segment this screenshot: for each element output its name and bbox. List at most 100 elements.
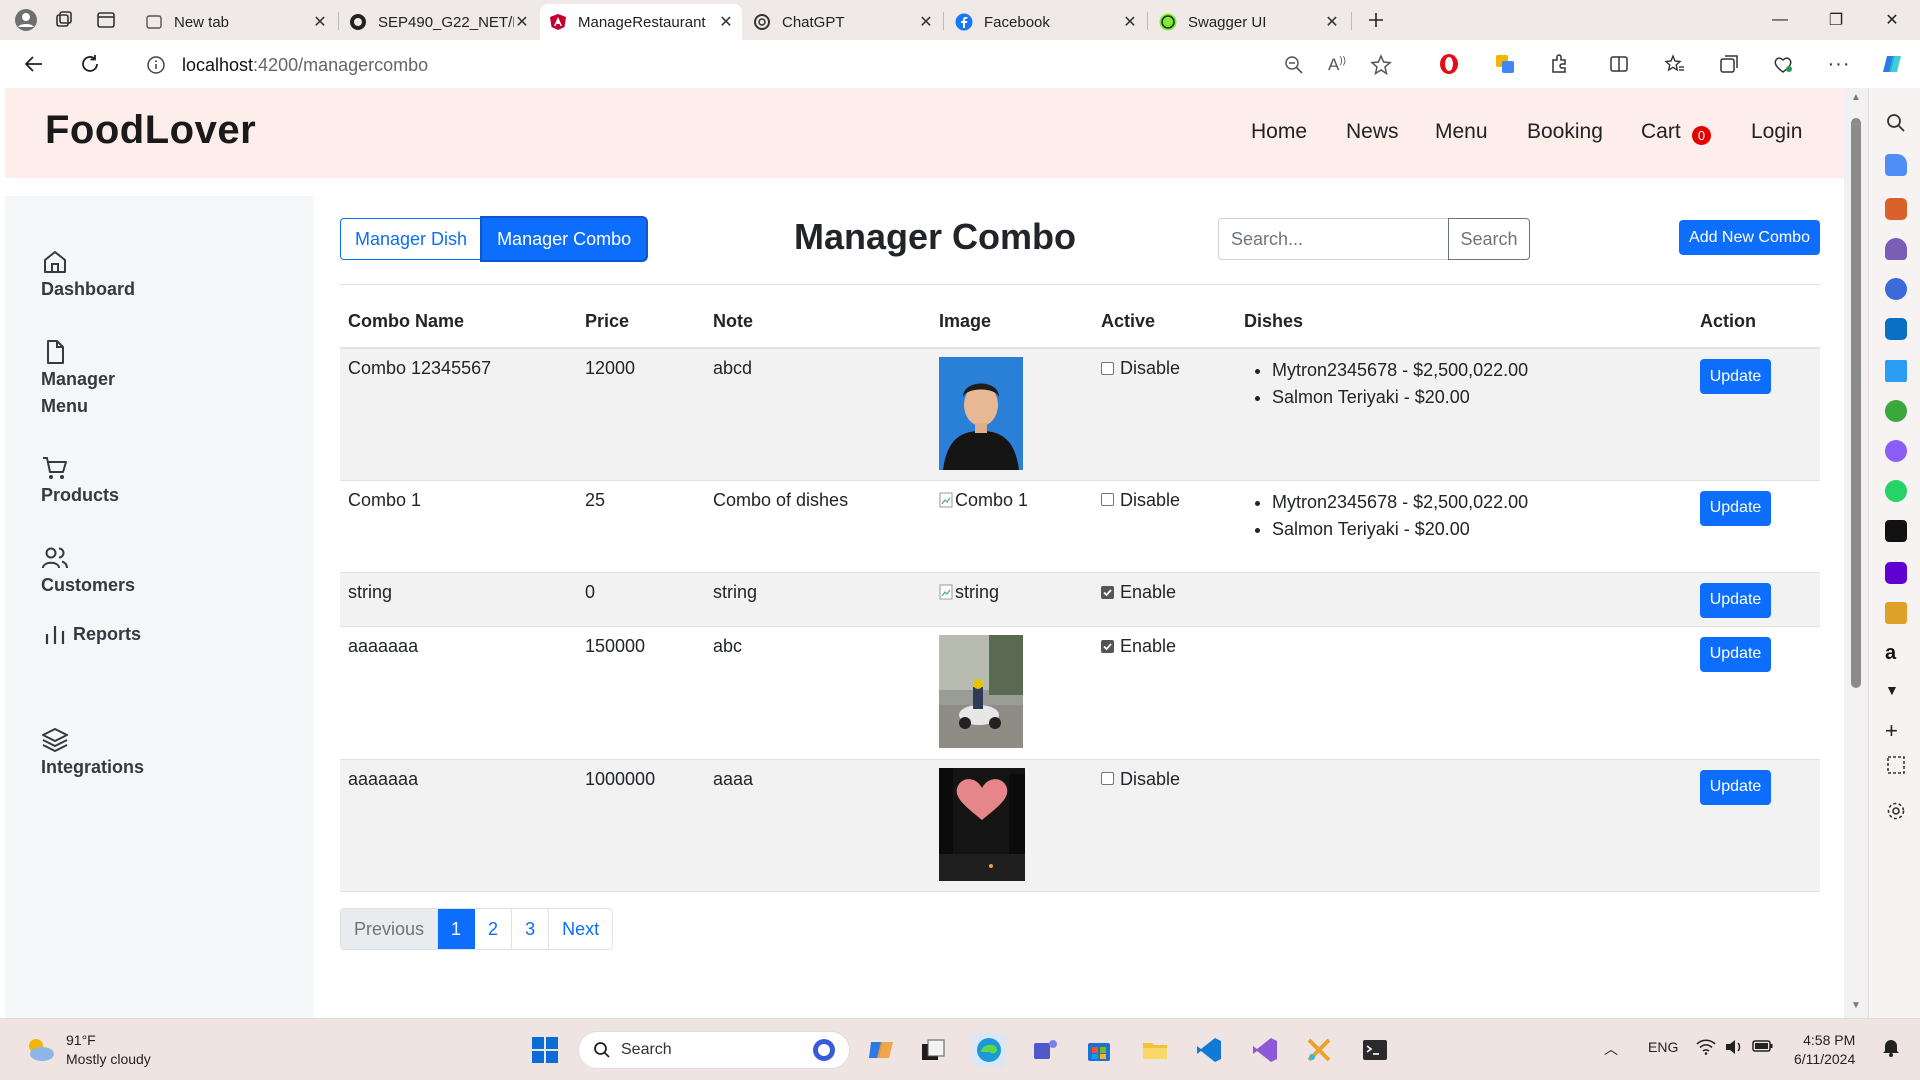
copilot-app-icon[interactable] xyxy=(1885,278,1907,300)
games-icon[interactable] xyxy=(1885,238,1907,260)
nav-cart[interactable]: Cart xyxy=(1641,120,1681,144)
edge-browser-icon[interactable] xyxy=(972,1033,1006,1067)
scrollbar-thumb[interactable] xyxy=(1851,118,1861,688)
taskbar-search[interactable]: Search xyxy=(578,1031,850,1069)
close-icon[interactable]: ✕ xyxy=(918,14,934,31)
collections-icon[interactable] xyxy=(1714,50,1744,78)
pagination-next[interactable]: Next xyxy=(549,909,612,949)
active-checkbox[interactable] xyxy=(1101,772,1114,785)
weather-widget[interactable]: 91°F Mostly cloudy xyxy=(24,1031,151,1069)
profile-icon[interactable] xyxy=(12,6,40,34)
chevron-down-icon[interactable]: ▼ xyxy=(1885,682,1907,704)
system-clock[interactable]: 4:58 PM 6/11/2024 xyxy=(1794,1031,1855,1069)
minimize-icon[interactable]: — xyxy=(1752,0,1808,40)
outlook-icon[interactable] xyxy=(1885,318,1907,340)
screenshot-icon[interactable] xyxy=(1885,754,1907,776)
workspaces-icon[interactable] xyxy=(50,6,78,34)
active-checkbox[interactable] xyxy=(1101,361,1114,375)
pagination-page-3[interactable]: 3 xyxy=(512,909,550,949)
tree-icon[interactable] xyxy=(1885,400,1907,422)
terminal-icon[interactable] xyxy=(1358,1033,1392,1067)
tab-github[interactable]: SEP490_G22_NET/EHM/E ✕ xyxy=(340,4,538,40)
file-explorer-icon[interactable] xyxy=(1138,1033,1172,1067)
task-view-icon[interactable] xyxy=(916,1033,950,1067)
sidebar-item-products[interactable]: Products xyxy=(41,454,119,509)
teams-icon[interactable] xyxy=(1028,1033,1062,1067)
update-button[interactable]: Update xyxy=(1700,636,1771,672)
language-indicator[interactable]: ENG xyxy=(1648,1039,1678,1055)
close-icon[interactable]: ✕ xyxy=(514,14,530,31)
shopping-bag-icon[interactable] xyxy=(1885,602,1907,624)
update-button[interactable]: Update xyxy=(1700,359,1771,394)
show-hidden-icons[interactable]: ︿ xyxy=(1604,1039,1618,1059)
close-icon[interactable]: ✕ xyxy=(1324,14,1340,31)
notification-bell-icon[interactable] xyxy=(1882,1037,1900,1057)
sidebar-item-reports[interactable]: Reports xyxy=(41,620,141,648)
visual-studio-icon[interactable] xyxy=(1248,1033,1282,1067)
sidebar-item-manager-menu[interactable]: Manager Menu xyxy=(41,338,115,420)
tab-chatgpt[interactable]: ChatGPT ✕ xyxy=(744,4,942,40)
search-icon[interactable] xyxy=(1885,112,1907,134)
split-screen-icon[interactable] xyxy=(1604,50,1634,78)
shopping-tag-icon[interactable] xyxy=(1885,154,1907,176)
pagination-page-2[interactable]: 2 xyxy=(475,909,513,949)
zoom-out-icon[interactable] xyxy=(1284,55,1304,75)
site-info-icon[interactable] xyxy=(146,55,166,75)
manager-dish-button[interactable]: Manager Dish xyxy=(340,218,483,260)
snipping-tool-icon[interactable] xyxy=(1302,1033,1336,1067)
update-button[interactable]: Update xyxy=(1700,769,1771,805)
nav-login[interactable]: Login xyxy=(1751,120,1802,144)
nav-booking[interactable]: Booking xyxy=(1527,120,1603,144)
browser-essentials-icon[interactable] xyxy=(1768,50,1798,78)
volume-icon[interactable] xyxy=(1724,1039,1744,1055)
tools-icon[interactable] xyxy=(1885,198,1907,220)
new-tab-plus-icon[interactable] xyxy=(1362,6,1390,34)
refresh-icon[interactable] xyxy=(74,50,106,78)
copilot-icon[interactable] xyxy=(1878,50,1908,78)
telegram-icon[interactable] xyxy=(1885,360,1907,382)
restore-icon[interactable]: ❐ xyxy=(1808,0,1864,40)
tab-new-tab[interactable]: New tab ✕ xyxy=(136,4,336,40)
add-new-combo-button[interactable]: Add New Combo xyxy=(1679,220,1820,255)
wifi-icon[interactable] xyxy=(1696,1039,1716,1055)
search-button[interactable]: Search xyxy=(1448,218,1530,260)
extensions-icon[interactable] xyxy=(1544,50,1574,78)
translate-icon[interactable] xyxy=(1490,50,1520,78)
sidebar-item-customers[interactable]: Customers xyxy=(41,544,135,599)
close-icon[interactable]: ✕ xyxy=(1122,14,1138,31)
update-button[interactable]: Update xyxy=(1700,490,1771,526)
opera-vpn-icon[interactable] xyxy=(1434,50,1464,78)
url-bar[interactable]: localhost:4200/managercombo A)) xyxy=(124,46,1414,84)
search-input[interactable]: Search... xyxy=(1218,218,1450,260)
nav-home[interactable]: Home xyxy=(1251,120,1307,144)
favorites-icon[interactable] xyxy=(1660,50,1690,78)
battery-icon[interactable] xyxy=(1752,1039,1774,1053)
windows-start-icon[interactable] xyxy=(528,1033,562,1067)
settings-gear-icon[interactable] xyxy=(1885,800,1907,822)
scroll-down-icon[interactable]: ▼ xyxy=(1851,1000,1861,1011)
favorite-star-icon[interactable] xyxy=(1370,54,1392,76)
brand-logo[interactable]: FoodLover xyxy=(45,108,256,153)
add-icon[interactable]: + xyxy=(1885,718,1907,743)
read-aloud-icon[interactable]: A)) xyxy=(1328,55,1346,75)
active-checkbox[interactable] xyxy=(1101,585,1114,599)
store-icon[interactable] xyxy=(1082,1033,1116,1067)
tab-manage-restaurant[interactable]: ManageRestaurant ✕ xyxy=(540,4,742,40)
tiktok-icon[interactable] xyxy=(1885,520,1907,542)
tab-actions-icon[interactable] xyxy=(92,6,120,34)
scroll-up-icon[interactable]: ▲ xyxy=(1851,92,1861,103)
vscode-icon[interactable] xyxy=(1192,1033,1226,1067)
active-checkbox[interactable] xyxy=(1101,639,1114,653)
copilot-taskbar-icon[interactable] xyxy=(864,1033,898,1067)
close-icon[interactable]: ✕ xyxy=(718,14,734,31)
back-icon[interactable] xyxy=(18,50,50,78)
amazon-icon[interactable]: a xyxy=(1885,642,1907,664)
yahoo-icon[interactable] xyxy=(1885,562,1907,584)
page-scrollbar[interactable]: ▲ ▼ xyxy=(1844,88,1868,1018)
more-options-icon[interactable]: ··· xyxy=(1824,50,1854,78)
nav-news[interactable]: News xyxy=(1346,120,1399,144)
active-checkbox[interactable] xyxy=(1101,493,1114,506)
tab-facebook[interactable]: Facebook ✕ xyxy=(946,4,1146,40)
pagination-previous[interactable]: Previous xyxy=(341,909,439,949)
pagination-page-1[interactable]: 1 xyxy=(438,909,476,949)
